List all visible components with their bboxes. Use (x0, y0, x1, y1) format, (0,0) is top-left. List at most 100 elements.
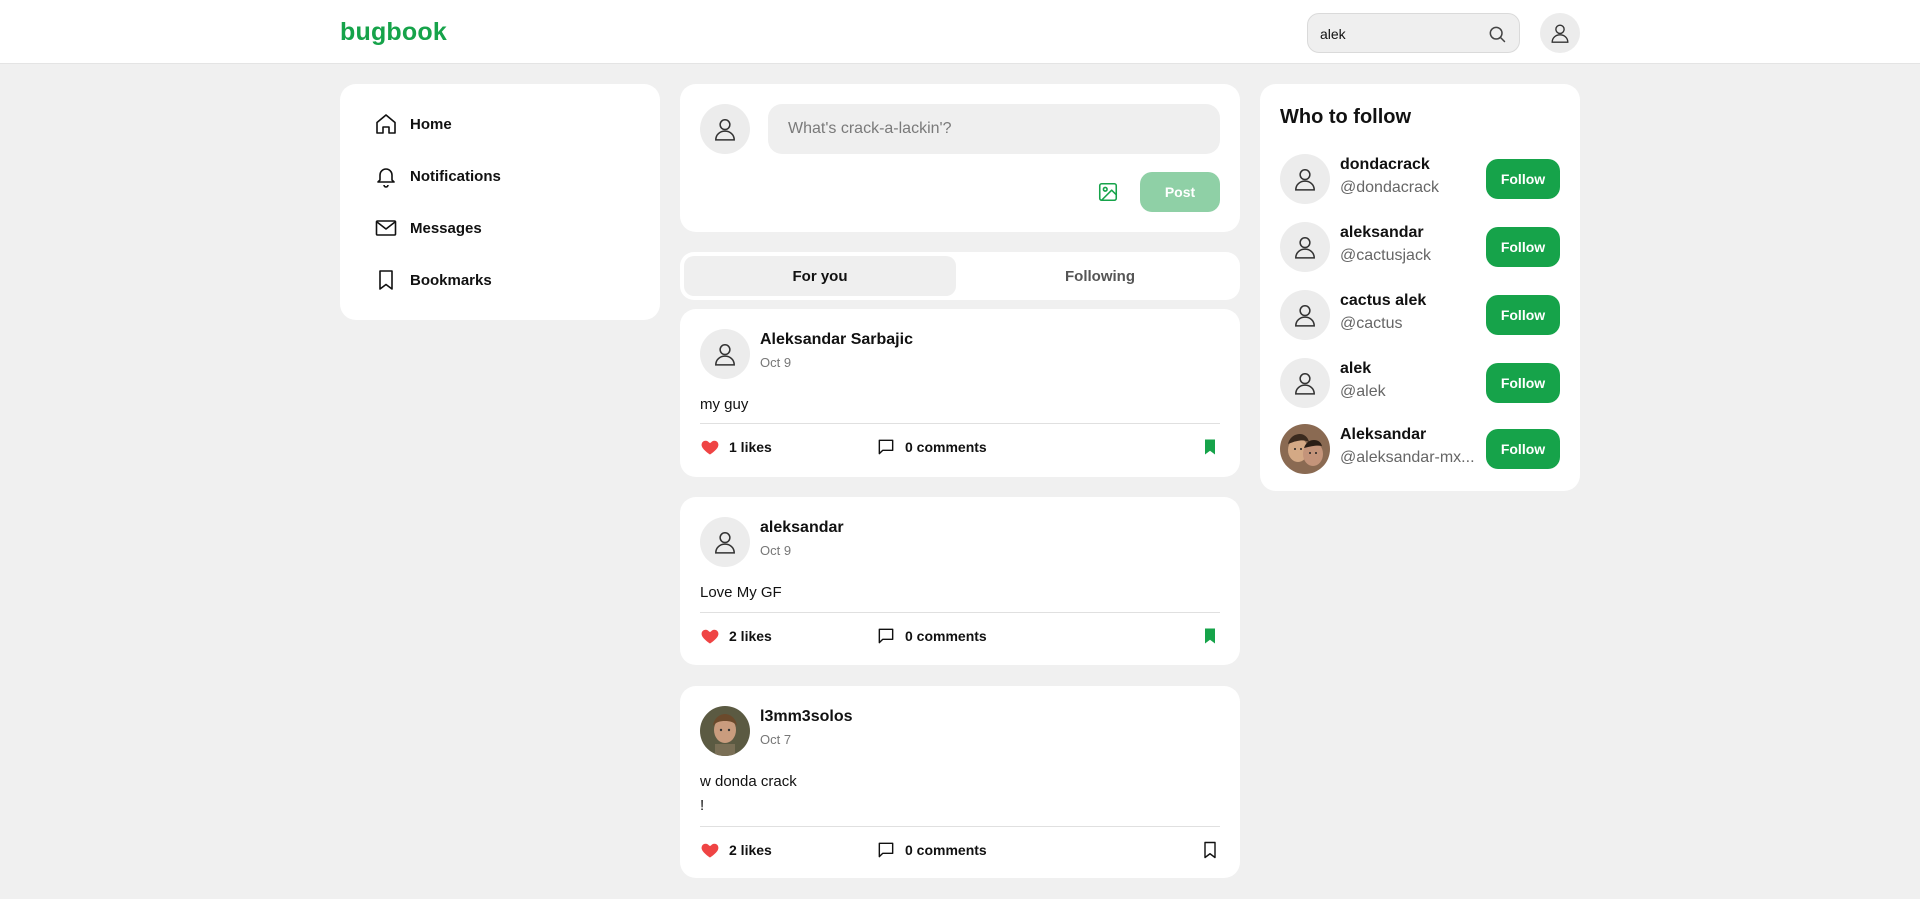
bookmark-filled-icon[interactable] (1200, 437, 1220, 457)
like-count: 2 likes (729, 842, 772, 858)
follow-button[interactable]: Follow (1486, 159, 1560, 199)
comments-button[interactable]: 0 comments (876, 840, 987, 860)
post-content: w donda crack ! (700, 773, 797, 814)
post-card: l3mm3solos Oct 7 w donda crack ! 2 likes… (680, 686, 1240, 878)
bookmark-filled-icon[interactable] (1200, 626, 1220, 646)
user-handle[interactable]: @aleksandar-mx... (1340, 449, 1475, 467)
post-author[interactable]: Aleksandar Sarbajic (760, 331, 913, 349)
bookmark-outline-icon[interactable] (1200, 840, 1220, 860)
post-divider (700, 423, 1220, 424)
sidebar-item-messages[interactable]: Messages (374, 212, 634, 244)
follow-button[interactable]: Follow (1486, 429, 1560, 469)
user-menu-button[interactable] (1540, 13, 1580, 53)
comments-button[interactable]: 0 comments (876, 437, 987, 457)
search-input[interactable] (1320, 24, 1480, 44)
user-icon (1295, 373, 1315, 395)
user-handle[interactable]: @cactusjack (1340, 247, 1475, 265)
post-card: aleksandar Oct 9 Love My GF 2 likes 0 co… (680, 497, 1240, 665)
comment-icon (878, 439, 894, 455)
sidebar-item-label: Bookmarks (410, 271, 492, 289)
avatar[interactable] (1280, 222, 1330, 272)
avatar (700, 104, 750, 154)
sidebar-nav: Home Notifications Messages Bookmarks (340, 84, 660, 320)
comment-icon (878, 842, 894, 858)
post-author[interactable]: l3mm3solos (760, 708, 852, 726)
heart-icon (701, 629, 719, 644)
comment-count: 0 comments (905, 628, 987, 644)
comment-icon (878, 628, 894, 644)
sidebar-item-label: Home (410, 115, 452, 133)
sidebar-item-label: Messages (410, 219, 482, 237)
user-icon (715, 532, 735, 554)
post-content: Love My GF (700, 584, 782, 601)
search-icon[interactable] (1487, 24, 1507, 44)
user-handle[interactable]: @alek (1340, 383, 1475, 401)
follow-suggestion: dondacrack @dondacrack Follow (1280, 154, 1560, 204)
profile-photo-icon (1280, 424, 1330, 474)
follow-button[interactable]: Follow (1486, 227, 1560, 267)
search-box[interactable] (1307, 13, 1520, 53)
tab-following[interactable]: Following (964, 256, 1236, 296)
post-button[interactable]: Post (1140, 172, 1220, 212)
user-icon (1295, 169, 1315, 191)
post-date[interactable]: Oct 7 (760, 732, 791, 747)
bell-icon (377, 168, 395, 188)
user-name[interactable]: alek (1340, 360, 1371, 378)
follow-button[interactable]: Follow (1486, 363, 1560, 403)
bookmark-icon (379, 270, 393, 290)
comment-count: 0 comments (905, 439, 987, 455)
tab-for-you[interactable]: For you (684, 256, 956, 296)
follow-button[interactable]: Follow (1486, 295, 1560, 335)
avatar[interactable] (1280, 424, 1330, 474)
user-icon (1295, 305, 1315, 327)
user-name[interactable]: Aleksandar (1340, 426, 1426, 444)
sidebar-item-label: Notifications (410, 167, 501, 185)
post-date[interactable]: Oct 9 (760, 543, 791, 558)
avatar[interactable] (700, 329, 750, 379)
like-count: 1 likes (729, 439, 772, 455)
image-upload-icon[interactable] (1097, 181, 1119, 203)
sidebar-item-notifications[interactable]: Notifications (374, 160, 634, 192)
post-author[interactable]: aleksandar (760, 519, 844, 537)
who-to-follow-panel: Who to follow dondacrack @dondacrack Fol… (1260, 84, 1580, 491)
like-count: 2 likes (729, 628, 772, 644)
avatar[interactable] (1280, 154, 1330, 204)
post-divider (700, 826, 1220, 827)
avatar[interactable] (1280, 358, 1330, 408)
user-handle[interactable]: @cactus (1340, 315, 1475, 333)
profile-photo-icon (700, 706, 750, 756)
comments-button[interactable]: 0 comments (876, 626, 987, 646)
avatar[interactable] (1280, 290, 1330, 340)
panel-title: Who to follow (1280, 106, 1412, 128)
user-name[interactable]: aleksandar (1340, 224, 1424, 242)
user-icon (1551, 24, 1569, 43)
top-bar: bugbook (0, 0, 1920, 64)
like-button[interactable]: 2 likes (700, 626, 772, 646)
user-name[interactable]: cactus alek (1340, 292, 1426, 310)
user-name[interactable]: dondacrack (1340, 156, 1430, 174)
avatar[interactable] (700, 706, 750, 756)
avatar[interactable] (700, 517, 750, 567)
sidebar-item-home[interactable]: Home (374, 108, 634, 140)
user-icon (715, 344, 735, 366)
composer-input[interactable] (768, 104, 1220, 154)
follow-suggestion: cactus alek @cactus Follow (1280, 290, 1560, 340)
sidebar-item-bookmarks[interactable]: Bookmarks (374, 264, 634, 296)
post-divider (700, 612, 1220, 613)
like-button[interactable]: 2 likes (700, 840, 772, 860)
follow-suggestion: aleksandar @cactusjack Follow (1280, 222, 1560, 272)
user-icon (1295, 237, 1315, 259)
user-handle[interactable]: @dondacrack (1340, 179, 1475, 197)
post-date[interactable]: Oct 9 (760, 355, 791, 370)
mail-icon (375, 220, 397, 236)
user-icon (715, 119, 735, 141)
follow-suggestion: Aleksandar @aleksandar-mx... Follow (1280, 424, 1560, 474)
like-button[interactable]: 1 likes (700, 437, 772, 457)
app-logo[interactable]: bugbook (340, 18, 447, 47)
home-icon (376, 114, 396, 134)
post-card: Aleksandar Sarbajic Oct 9 my guy 1 likes… (680, 309, 1240, 477)
heart-icon (701, 440, 719, 455)
post-content: my guy (700, 396, 749, 413)
comment-count: 0 comments (905, 842, 987, 858)
follow-suggestion: alek @alek Follow (1280, 358, 1560, 408)
